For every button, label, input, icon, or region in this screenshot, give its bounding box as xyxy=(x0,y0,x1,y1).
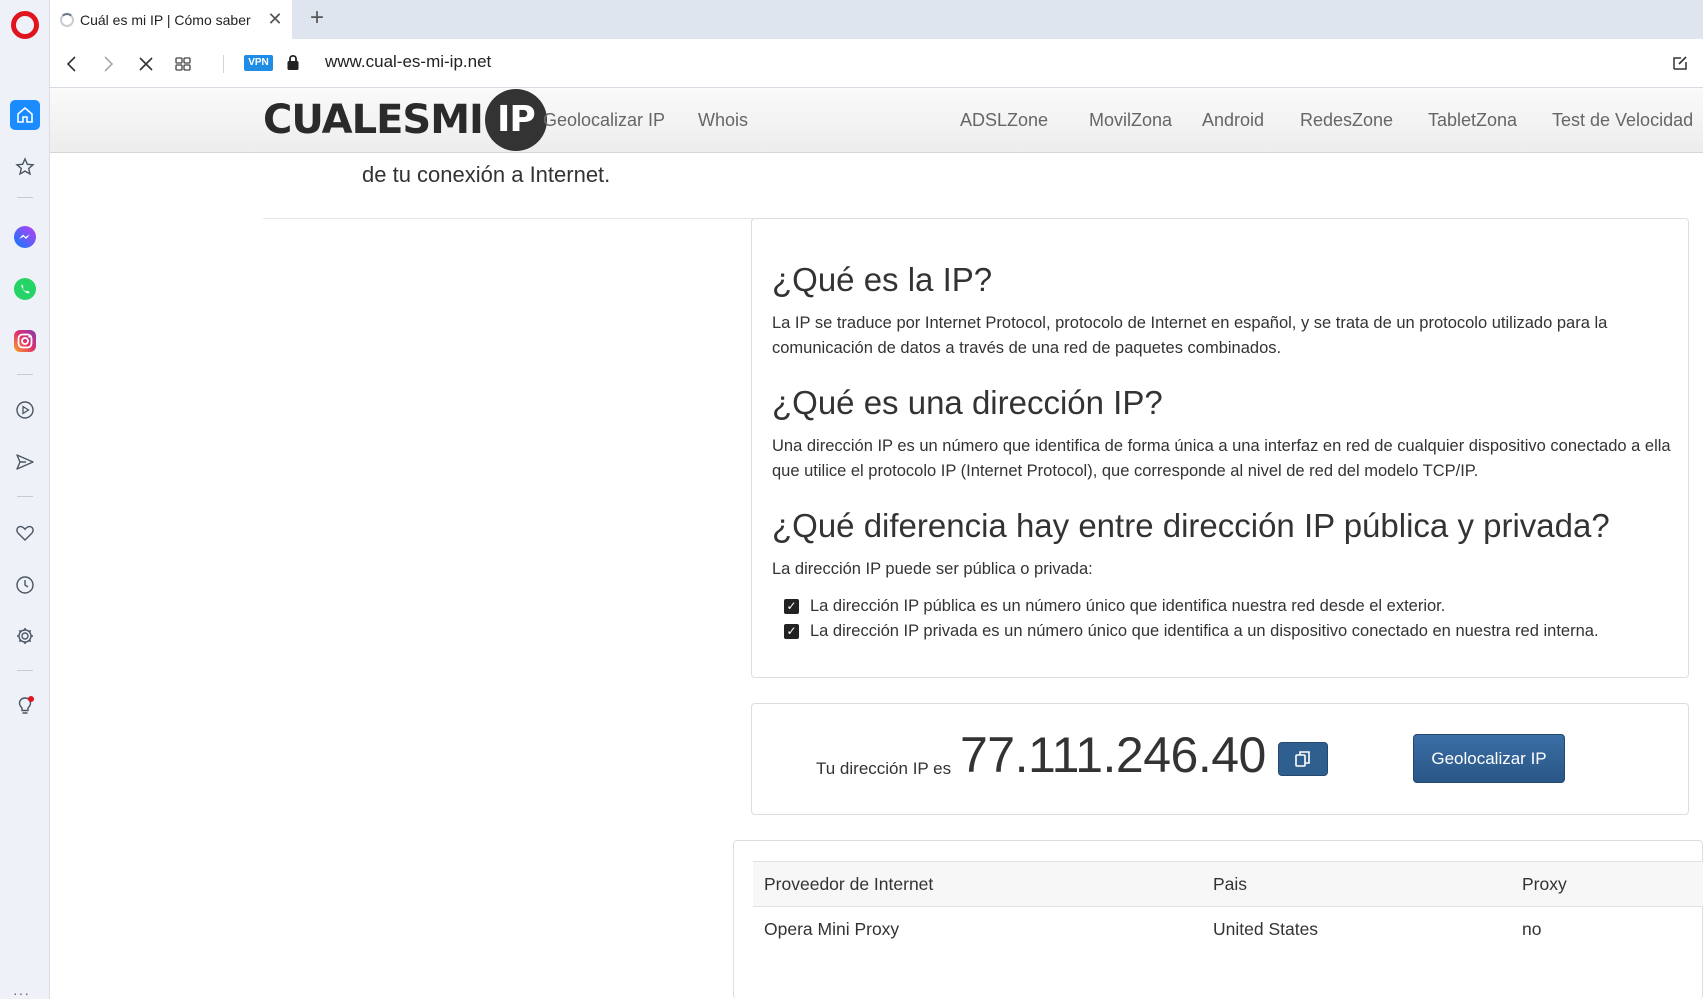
logo-text-c: MI xyxy=(430,96,484,143)
home-icon[interactable] xyxy=(10,100,40,130)
tab-strip: Cuál es mi IP | Cómo saber ✕ + xyxy=(50,0,1703,39)
intro-text: de tu conexión a Internet. xyxy=(362,162,611,187)
ip-value: 77.111.246.40 xyxy=(960,727,1266,783)
header-pais: Pais xyxy=(1213,874,1248,894)
loading-spinner-icon xyxy=(60,12,74,27)
tab-active[interactable]: Cuál es mi IP | Cómo saber ✕ xyxy=(50,0,292,39)
opera-logo-icon[interactable] xyxy=(11,11,39,39)
send-icon[interactable] xyxy=(10,447,40,477)
logo-text-b: ES xyxy=(376,96,431,143)
cell-proxy: no xyxy=(1522,919,1542,939)
table-row: Opera Mini Proxy United States no xyxy=(753,907,1703,953)
checkbox-icon: ✓ xyxy=(784,624,799,639)
bullet-text: La dirección IP pública es un número úni… xyxy=(810,597,1446,615)
site-logo[interactable]: CUAL ES MI IP xyxy=(263,88,547,151)
forward-button[interactable] xyxy=(95,51,121,77)
nav-geolocalizar[interactable]: Geolocalizar IP xyxy=(543,110,665,131)
nav-test-velocidad[interactable]: Test de Velocidad xyxy=(1552,110,1693,131)
header-proxy: Proxy xyxy=(1522,874,1567,894)
q2-heading: ¿Qué es una dirección IP? xyxy=(772,384,1163,421)
tab-title: Cuál es mi IP | Cómo saber xyxy=(80,11,251,28)
more-icon[interactable]: ··· xyxy=(13,986,30,999)
messenger-icon[interactable] xyxy=(10,222,40,252)
logo-circle: IP xyxy=(484,88,547,151)
gear-icon[interactable] xyxy=(10,621,40,651)
cell-provider: Opera Mini Proxy xyxy=(764,919,900,939)
ip-address-panel: Tu dirección IP es 77.111.246.40 Geoloca… xyxy=(751,703,1689,815)
q3-heading: ¿Qué diferencia hay entre dirección IP p… xyxy=(772,507,1610,544)
site-header: CUAL ES MI IP Geolocalizar IP Whois ADSL… xyxy=(50,88,1703,153)
divider xyxy=(263,218,753,219)
tab-close-icon[interactable]: ✕ xyxy=(265,9,285,30)
logo-text-a: CUAL xyxy=(263,96,377,143)
player-icon[interactable] xyxy=(10,395,40,425)
lightbulb-icon[interactable] xyxy=(10,691,40,721)
back-button[interactable] xyxy=(59,51,85,77)
checkbox-icon: ✓ xyxy=(784,599,799,614)
address-bar: VPN www.cual-es-mi-ip.net xyxy=(50,39,1703,88)
nav-movilzona[interactable]: MovilZona xyxy=(1089,110,1172,131)
bullet-text: La dirección IP privada es un número úni… xyxy=(810,622,1599,640)
q2-text: Una dirección IP es un número que identi… xyxy=(772,437,1671,480)
ip-info-panel: ¿Qué es la IP? La IP se traduce por Inte… xyxy=(751,218,1689,678)
star-icon[interactable] xyxy=(10,152,40,182)
ip-label: Tu dirección IP es xyxy=(816,759,952,778)
stop-button[interactable] xyxy=(133,51,159,77)
nav-whois[interactable]: Whois xyxy=(698,110,748,131)
q1-heading: ¿Qué es la IP? xyxy=(772,261,993,298)
nav-adslzone[interactable]: ADSLZone xyxy=(960,110,1048,131)
url-field[interactable]: www.cual-es-mi-ip.net xyxy=(325,52,491,72)
heart-icon[interactable] xyxy=(10,518,40,548)
tabs-grid-icon[interactable] xyxy=(170,51,196,77)
clock-icon[interactable] xyxy=(10,570,40,600)
bullet-private: ✓ La dirección IP privada es un número ú… xyxy=(784,622,1599,641)
copy-button[interactable] xyxy=(1278,742,1328,776)
lock-icon[interactable] xyxy=(286,53,300,76)
snapshot-icon[interactable] xyxy=(1667,50,1693,76)
provider-table-panel: Proveedor de Internet Pais Proxy Opera M… xyxy=(733,840,1703,999)
browser-sidebar: ··· xyxy=(0,0,50,999)
header-provider: Proveedor de Internet xyxy=(764,874,934,894)
nav-android[interactable]: Android xyxy=(1202,110,1264,131)
nav-tabletzona[interactable]: TabletZona xyxy=(1428,110,1517,131)
cell-pais: United States xyxy=(1213,919,1319,939)
table-header: Proveedor de Internet Pais Proxy xyxy=(753,861,1703,907)
copy-icon xyxy=(1295,751,1310,767)
bullet-public: ✓ La dirección IP pública es un número ú… xyxy=(784,597,1445,616)
nav-redeszone[interactable]: RedesZone xyxy=(1300,110,1393,131)
q1-text: La IP se traduce por Internet Protocol, … xyxy=(772,314,1608,357)
vpn-badge[interactable]: VPN xyxy=(244,55,273,71)
q3-text: La dirección IP puede ser pública o priv… xyxy=(772,560,1093,578)
instagram-icon[interactable] xyxy=(10,326,40,356)
whatsapp-icon[interactable] xyxy=(10,274,40,304)
new-tab-button[interactable]: + xyxy=(304,6,330,32)
geolocalizar-button[interactable]: Geolocalizar IP xyxy=(1413,734,1565,783)
